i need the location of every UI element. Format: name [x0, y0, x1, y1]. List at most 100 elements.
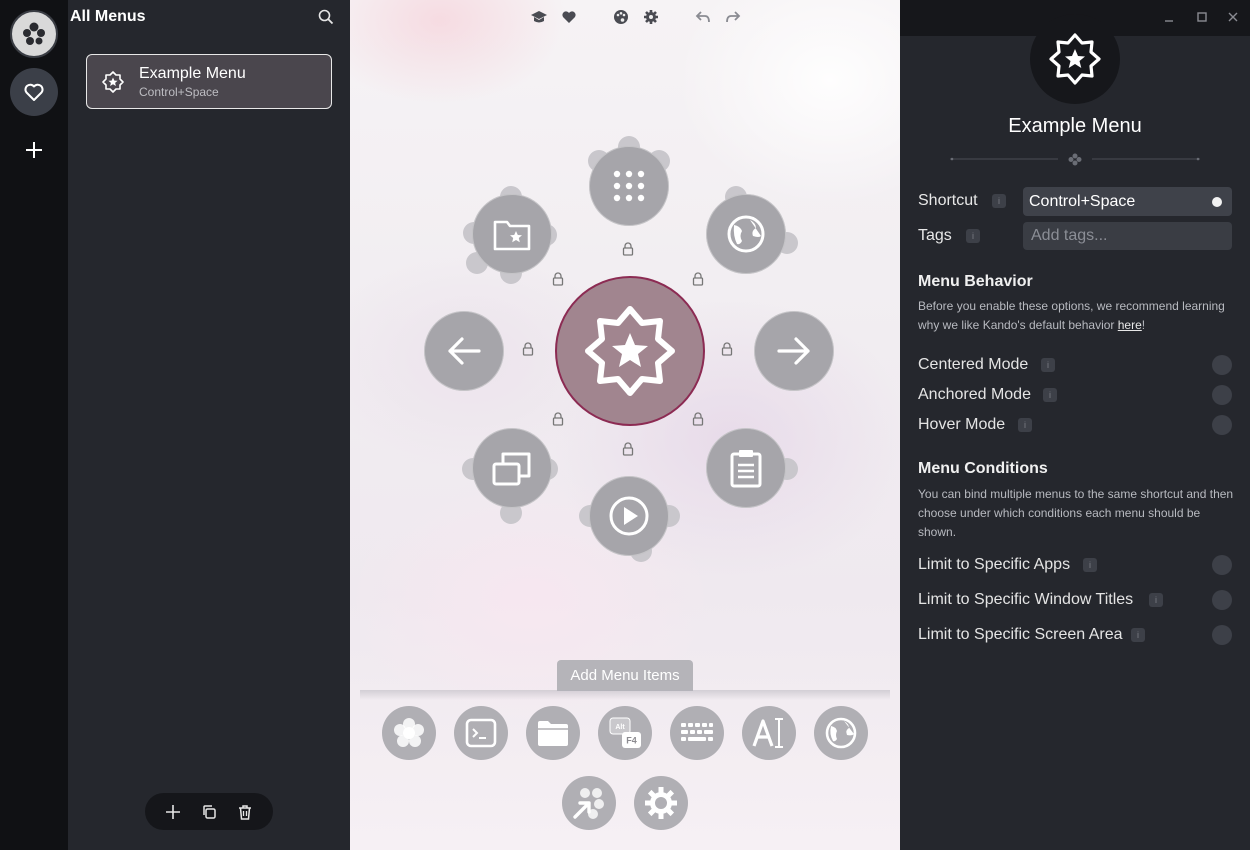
info-icon[interactable]: i: [1041, 358, 1055, 372]
item-type-simple-button[interactable]: [382, 706, 436, 760]
info-icon[interactable]: i: [1131, 628, 1145, 642]
menu-item-back[interactable]: [424, 311, 504, 391]
item-type-file-button[interactable]: [526, 706, 580, 760]
menu-conditions-title: Menu Conditions: [918, 460, 1048, 477]
search-button[interactable]: [318, 9, 334, 30]
text-cursor-icon: [752, 718, 783, 748]
hotkey-icon: Alt F4: [609, 717, 641, 748]
trash-icon: [239, 804, 251, 820]
star-badge-icon: [1049, 33, 1101, 85]
gear-icon: [645, 787, 677, 819]
info-icon[interactable]: i: [1043, 388, 1057, 402]
menu-item-windows[interactable]: [472, 428, 552, 508]
svg-text:Alt: Alt: [615, 724, 625, 731]
menu-item-web[interactable]: [706, 194, 786, 274]
menu-item-clipboard[interactable]: [706, 428, 786, 508]
item-type-settings-button[interactable]: [634, 776, 688, 830]
behavior-help-link[interactable]: here: [1118, 318, 1142, 332]
gear-icon: [644, 10, 658, 24]
menu-item-bookmarks[interactable]: [472, 194, 552, 274]
item-type-uri-button[interactable]: [814, 706, 868, 760]
arrow-right-icon: [777, 337, 810, 365]
add-menu-button[interactable]: [160, 799, 186, 825]
item-type-text-button[interactable]: [742, 706, 796, 760]
play-circle-icon: [609, 496, 649, 536]
favorites-button[interactable]: [10, 68, 58, 116]
add-items-shelf: [360, 690, 890, 700]
menus-panel: All Menus Example Menu Control+Space: [68, 0, 350, 850]
left-rail: [0, 0, 68, 850]
heart-icon: [562, 11, 576, 23]
limit-apps-toggle[interactable]: [1212, 555, 1232, 575]
menu-center-item[interactable]: [555, 276, 705, 426]
shortcut-label: Shortcut: [918, 192, 978, 209]
divider-ornament: [950, 153, 1200, 166]
menus-toolbar: [145, 793, 273, 830]
tutorial-button[interactable]: [530, 8, 548, 26]
grid-dots-icon: [613, 170, 645, 202]
menu-list-item[interactable]: Example Menu Control+Space: [86, 54, 332, 109]
terminal-icon: [465, 718, 497, 748]
item-type-macro-button[interactable]: [670, 706, 724, 760]
menu-name: Example Menu: [139, 65, 246, 82]
lock-icon: [721, 342, 733, 356]
menu-item-apps[interactable]: [589, 146, 669, 226]
undo-icon: [695, 11, 710, 23]
menu-behavior-title: Menu Behavior: [918, 273, 1033, 290]
info-icon[interactable]: i: [1149, 593, 1163, 607]
lock-icon: [522, 342, 534, 356]
duplicate-menu-button[interactable]: [196, 799, 222, 825]
star-badge-icon: [585, 306, 675, 396]
centered-mode-toggle[interactable]: [1212, 355, 1232, 375]
copy-icon: [203, 804, 216, 819]
settings-button[interactable]: [642, 8, 660, 26]
info-icon[interactable]: i: [992, 194, 1006, 208]
limit-screen-area-toggle[interactable]: [1212, 625, 1232, 645]
shortcut-input[interactable]: Control+Space: [1023, 187, 1232, 216]
hover-mode-toggle[interactable]: [1212, 415, 1232, 435]
folder-icon: [538, 721, 568, 746]
limit-window-titles-toggle[interactable]: [1212, 590, 1232, 610]
anchored-mode-toggle[interactable]: [1212, 385, 1232, 405]
menu-item-media[interactable]: [589, 476, 669, 556]
undo-button[interactable]: [694, 8, 712, 26]
maximize-icon[interactable]: [1195, 10, 1209, 24]
lock-icon: [552, 412, 564, 426]
hover-mode-label: Hover Mode: [918, 416, 1006, 433]
info-icon[interactable]: i: [1018, 418, 1032, 432]
keyboard-icon: [681, 723, 713, 741]
redo-icon: [726, 11, 741, 23]
info-icon[interactable]: i: [1083, 558, 1097, 572]
lock-icon: [692, 412, 704, 426]
item-type-hotkey-button[interactable]: Alt F4: [598, 706, 652, 760]
record-shortcut-dot[interactable]: [1212, 197, 1222, 207]
redo-button[interactable]: [724, 8, 742, 26]
centered-mode-label: Centered Mode: [918, 356, 1029, 373]
menu-item-forward[interactable]: [754, 311, 834, 391]
close-icon[interactable]: [1226, 10, 1240, 24]
graduation-cap-icon: [531, 11, 547, 23]
shortcut-value: Control+Space: [1029, 193, 1136, 210]
favorite-button[interactable]: [560, 8, 578, 26]
menu-icon-picker[interactable]: [1030, 14, 1120, 104]
kando-logo-button[interactable]: [10, 10, 58, 58]
plus-icon: [26, 142, 42, 158]
add-button[interactable]: [10, 126, 58, 174]
redirect-icon: [573, 788, 604, 819]
star-badge-icon: [102, 71, 124, 93]
heart-icon: [24, 83, 44, 101]
menu-behavior-description: Before you enable these options, we reco…: [918, 299, 1225, 332]
theme-button[interactable]: [612, 8, 630, 26]
item-type-command-button[interactable]: [454, 706, 508, 760]
menu-preview: Add Menu Items Alt F4: [350, 0, 900, 850]
palette-icon: [614, 10, 628, 24]
info-icon[interactable]: i: [966, 229, 980, 243]
arrow-left-icon: [448, 337, 481, 365]
lock-icon: [552, 272, 564, 286]
tags-input[interactable]: [1023, 222, 1232, 250]
minimize-icon[interactable]: [1162, 10, 1176, 24]
menu-name-title[interactable]: Example Menu: [900, 115, 1250, 138]
item-type-redirect-button[interactable]: [562, 776, 616, 830]
add-menu-items-tab[interactable]: Add Menu Items: [557, 660, 693, 691]
delete-menu-button[interactable]: [232, 799, 258, 825]
